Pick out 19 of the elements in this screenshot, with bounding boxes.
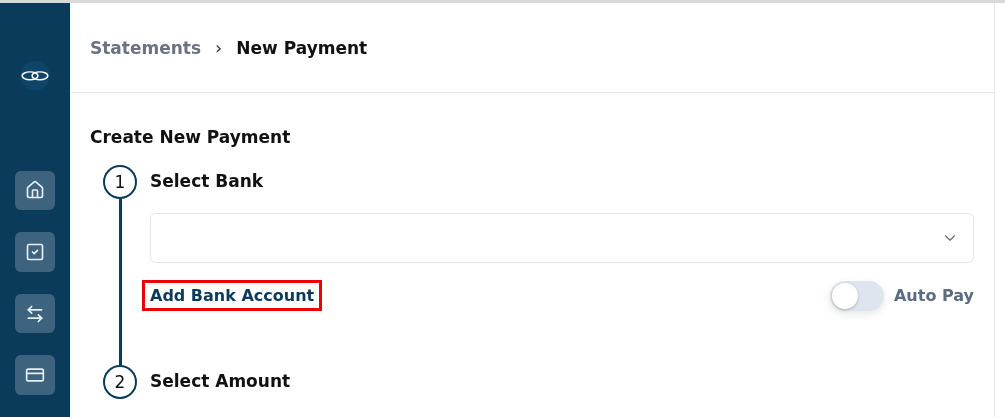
- home-icon: [25, 180, 45, 201]
- logo-icon: [17, 61, 53, 91]
- step-title: Select Amount: [150, 371, 292, 393]
- step-number: 1: [103, 165, 137, 199]
- breadcrumb-item[interactable]: Statements: [90, 37, 202, 58]
- toggle-label: Auto Pay: [894, 286, 974, 305]
- transfer-icon: [25, 303, 45, 324]
- sidebar-button[interactable]: [15, 293, 55, 334]
- add-bank-account-link[interactable]: Add Bank Account: [142, 280, 323, 311]
- sidebar-button[interactable]: [15, 355, 55, 395]
- page-title: Create New Payment: [90, 127, 292, 147]
- checkbox-icon: [25, 242, 45, 263]
- auto-pay-toggle[interactable]: [830, 280, 884, 311]
- step-title: Select Bank: [150, 171, 265, 193]
- breadcrumb-item: New Payment: [236, 37, 368, 58]
- breadcrumb-separator: ›: [215, 37, 223, 58]
- step-number: 2: [103, 365, 137, 399]
- sidebar-button[interactable]: [15, 170, 55, 211]
- sidebar-button[interactable]: [15, 232, 55, 272]
